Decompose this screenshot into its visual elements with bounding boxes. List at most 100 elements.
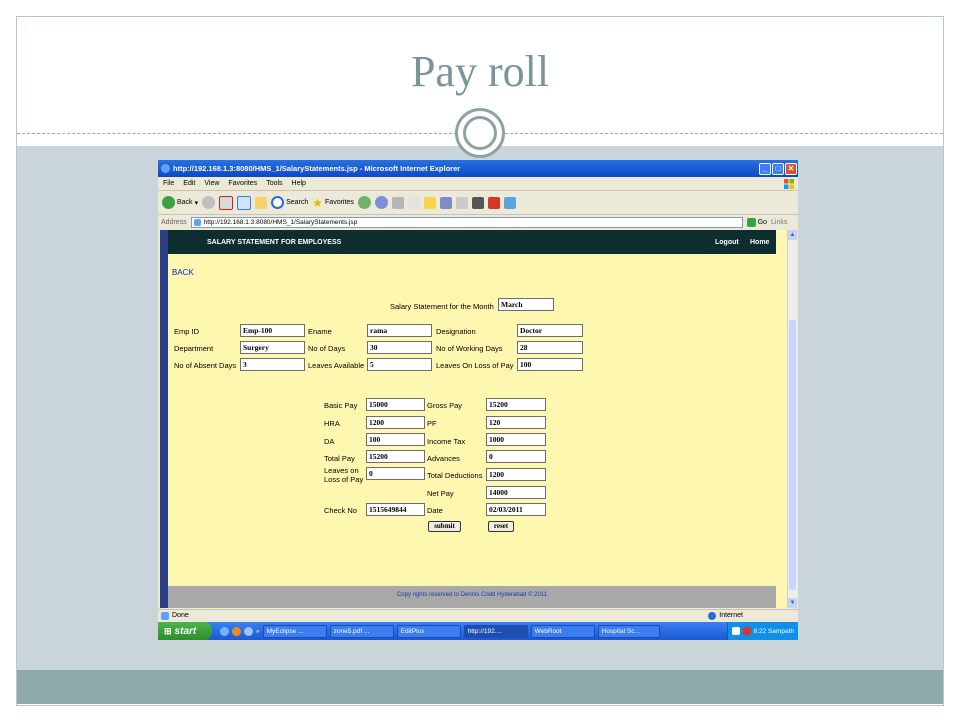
basic-pay-field[interactable]: 15000	[366, 398, 425, 411]
tools-icon[interactable]	[471, 196, 484, 209]
scroll-up-arrow-icon[interactable]: ▲	[788, 230, 797, 240]
tray-network-icon[interactable]	[731, 627, 740, 635]
minimize-button[interactable]: _	[759, 162, 771, 175]
no-of-days-field[interactable]: 30	[367, 341, 432, 354]
slide-title: Pay roll	[410, 47, 550, 96]
divider-left	[17, 133, 457, 134]
month-field[interactable]: March	[498, 298, 554, 311]
start-button[interactable]: ⊞ start	[158, 622, 212, 640]
mail-icon[interactable]	[374, 196, 388, 209]
zone-text: Internet	[719, 612, 743, 619]
emp-id-field[interactable]: Emp-100	[240, 324, 305, 337]
quicklaunch-more-icon[interactable]: »	[256, 628, 260, 635]
task-hospital[interactable]: Hospital Sc...	[597, 624, 660, 638]
browser-window: http://192.168.1.3:8080/HMS_1/SalaryStat…	[158, 160, 798, 640]
go-label: Go	[757, 218, 768, 226]
research-icon[interactable]	[455, 196, 468, 209]
leaves-available-field[interactable]: 5	[367, 358, 432, 371]
leaves-lop-salary-label-1: Leaves on	[324, 466, 359, 475]
hra-field[interactable]: 1200	[366, 416, 425, 429]
no-of-days-label: No of Days	[308, 344, 346, 353]
edit-icon[interactable]	[407, 196, 420, 209]
net-pay-field[interactable]: 14000	[486, 486, 546, 499]
divider-right	[505, 133, 943, 134]
favorites-button[interactable]: ★ Favorites	[312, 196, 354, 210]
address-input[interactable]: http://192.168.1.3:8080/HMS_1/SalaryStat…	[190, 216, 743, 228]
month-label: Salary Statement for the Month	[390, 302, 494, 311]
advances-field[interactable]: 0	[486, 450, 546, 463]
scroll-thumb[interactable]	[789, 320, 796, 590]
address-label: Address	[161, 218, 187, 226]
menu-tools[interactable]: Tools	[266, 180, 282, 187]
page-icon	[193, 218, 201, 226]
leaves-lop-field[interactable]: 100	[517, 358, 583, 371]
home-icon[interactable]	[255, 196, 268, 209]
print-icon[interactable]	[391, 196, 404, 209]
home-link[interactable]: Home	[750, 239, 769, 246]
start-label: start	[174, 625, 197, 637]
history-icon[interactable]	[357, 196, 371, 209]
back-button[interactable]: Back ▾	[162, 196, 198, 209]
scroll-down-arrow-icon[interactable]: ▼	[788, 598, 797, 608]
task-webroot[interactable]: WebRoot	[530, 624, 595, 638]
bookmark-icon[interactable]	[487, 196, 500, 209]
menu-help[interactable]: Help	[292, 180, 306, 187]
da-field[interactable]: 100	[366, 433, 425, 446]
tray-security-icon[interactable]	[742, 627, 751, 635]
total-deductions-field[interactable]: 1200	[486, 468, 546, 481]
users-icon[interactable]	[503, 196, 516, 209]
quicklaunch-browser-icon[interactable]	[244, 626, 253, 636]
leaves-lop-salary-field[interactable]: 0	[366, 467, 425, 480]
submit-button[interactable]: submit	[428, 521, 461, 532]
task-zone5-pdf[interactable]: zone5.pdf ...	[329, 624, 394, 638]
folder-icon[interactable]	[423, 196, 436, 209]
maximize-button[interactable]: □	[772, 162, 784, 175]
search-button[interactable]: Search	[271, 196, 308, 209]
emp-id-label: Emp ID	[174, 327, 200, 336]
menu-view[interactable]: View	[204, 180, 219, 187]
pf-field[interactable]: 120	[486, 416, 546, 429]
favorites-star-icon: ★	[312, 195, 324, 210]
status-text: Done	[172, 612, 189, 619]
page-footer: Copy rights reserved to Dennis Codd Hyde…	[168, 586, 776, 608]
back-arrow-icon	[162, 196, 175, 209]
working-days-label: No of Working Days	[436, 344, 503, 353]
logout-link[interactable]: Logout	[715, 239, 739, 246]
back-link[interactable]: BACK	[172, 268, 194, 277]
ename-field[interactable]: rama	[367, 324, 432, 337]
total-pay-field[interactable]: 15200	[366, 450, 425, 463]
vertical-scrollbar[interactable]: ▲ ▼	[787, 230, 797, 608]
close-button[interactable]: ✕	[785, 162, 797, 175]
leaves-lop-salary-label-2: Loss of Pay	[324, 475, 364, 484]
reset-button[interactable]: reset	[488, 521, 514, 532]
task-editplus[interactable]: EditPlus	[396, 624, 461, 638]
date-field[interactable]: 02/03/2011	[486, 503, 546, 516]
stop-icon[interactable]	[219, 195, 234, 210]
absent-days-field[interactable]: 3	[240, 358, 305, 371]
quicklaunch-firefox-icon[interactable]	[232, 626, 241, 636]
menu-file[interactable]: File	[163, 180, 174, 187]
links-label[interactable]: Links	[771, 219, 787, 226]
clock: 8:22 Sampath	[753, 627, 794, 635]
task-myeclipse[interactable]: MyEclipse ...	[262, 624, 327, 638]
windows-logo-icon: ⊞	[164, 625, 172, 636]
da-label: DA	[324, 437, 335, 446]
designation-field[interactable]: Doctor	[517, 324, 583, 337]
menu-bar: File Edit View Favorites Tools Help	[158, 177, 798, 191]
menu-edit[interactable]: Edit	[183, 180, 195, 187]
check-no-field[interactable]: 1515649844	[366, 503, 425, 516]
quicklaunch-ie-icon[interactable]	[220, 626, 229, 636]
refresh-icon[interactable]	[237, 195, 252, 210]
menu-favorites[interactable]: Favorites	[228, 180, 257, 187]
income-tax-field[interactable]: 1000	[486, 433, 546, 446]
forward-arrow-icon[interactable]	[202, 196, 216, 209]
task-ie-window[interactable]: http://192....	[463, 624, 528, 638]
gross-pay-field[interactable]: 15200	[486, 398, 546, 411]
working-days-field[interactable]: 28	[517, 341, 583, 354]
ie-logo-icon	[161, 164, 170, 173]
go-arrow-icon	[746, 217, 756, 227]
messenger-icon[interactable]	[439, 196, 452, 209]
browser-toolbar: Back ▾ Search ★ Favorites	[158, 191, 798, 215]
department-field[interactable]: Surgery	[240, 341, 305, 354]
go-button[interactable]: Go	[746, 217, 768, 227]
